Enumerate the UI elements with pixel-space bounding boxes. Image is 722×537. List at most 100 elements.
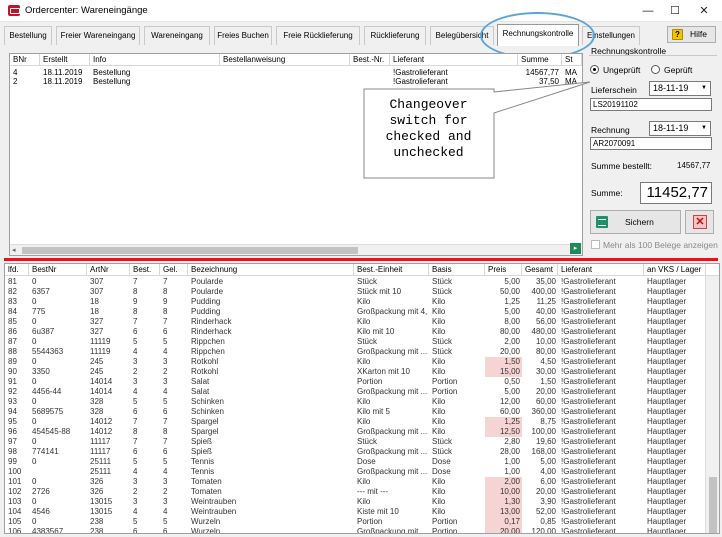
radio-checked-label[interactable]: Geprüft	[664, 65, 692, 75]
column-header[interactable]: Preis	[485, 264, 522, 276]
cell: Wurzeln	[191, 527, 221, 534]
invoice-number-field[interactable]: AR2070091	[590, 137, 712, 150]
save-button[interactable]: Sichern	[590, 210, 681, 234]
splitter-bar[interactable]	[4, 258, 718, 261]
line-item-row[interactable]: 88 5544363 11119 4 4 Rippchen Großpackung mit …	[5, 347, 705, 357]
radio-checked[interactable]	[651, 65, 660, 74]
cell: 4383567	[32, 527, 64, 534]
column-header[interactable]: St	[562, 54, 582, 66]
line-item-row[interactable]: 85 0 327 7 7 Rinderhack Kilo Kilo 8,00 56,00 !Gast…	[5, 317, 705, 327]
line-item-row[interactable]: 101 0 326 3 3 Tomaten Kilo Kilo 2,00 6,00 !Gastrol…	[5, 477, 705, 487]
next-arrow-icon[interactable]: ▸	[570, 243, 581, 254]
scroll-left-icon[interactable]: ◂	[12, 246, 16, 254]
chevron-down-icon[interactable]: ▼	[698, 122, 710, 135]
line-item-row[interactable]: 90 3350 245 2 2 Rotkohl XKarton mit 10 Kilo 15,0…	[5, 367, 705, 377]
radio-unchecked-label[interactable]: Ungeprüft	[603, 65, 640, 75]
column-header[interactable]: Lieferant	[390, 54, 518, 66]
column-header[interactable]: Best.-Einheit	[354, 264, 429, 276]
column-header[interactable]: Best.	[130, 264, 160, 276]
help-button[interactable]: ? Hilfe	[667, 26, 716, 43]
column-header[interactable]: an VKS / Lager	[644, 264, 706, 276]
scroll-thumb[interactable]	[709, 477, 717, 533]
line-items-header: lfd. BestNr ArtNr Best. Gel. Bezeichnung…	[5, 264, 719, 276]
tab-bestellung[interactable]: Bestellung	[4, 26, 52, 45]
sum-field[interactable]: 11452,77	[640, 182, 712, 204]
column-header[interactable]: Bezeichnung	[188, 264, 354, 276]
minimize-button[interactable]: —	[640, 3, 656, 19]
column-header[interactable]: Info	[90, 54, 220, 66]
cell: Spieß	[191, 447, 212, 456]
cell: 103	[8, 497, 22, 506]
cell: 7	[163, 317, 168, 326]
column-header[interactable]: Gel.	[160, 264, 188, 276]
column-header[interactable]: Summe	[518, 54, 562, 66]
cell: 18	[90, 297, 99, 306]
line-item-row[interactable]: 102 2726 326 2 2 Tomaten --- mit --- Kilo 10,00 2…	[5, 487, 705, 497]
column-header[interactable]: Best.-Nr.	[350, 54, 390, 66]
cell: 13015	[90, 507, 113, 516]
order-row[interactable]: 2 18.11.2019 Bestellung !Gastrolieferant…	[10, 77, 582, 86]
line-item-row[interactable]: 97 0 11117 7 7 Spieß Stück Stück 2,80 19,60 !Gastr…	[5, 437, 705, 447]
close-button[interactable]: ✕	[696, 3, 712, 19]
line-item-row[interactable]: 96 454545-88 14012 8 8 Spargel Großpackung mit…	[5, 427, 705, 437]
order-list-grid[interactable]: BNr Erstellt Info Bestellanweisung Best.…	[9, 53, 583, 256]
line-item-row[interactable]: 94 5689575 328 6 6 Schinken Kilo mit 5 Kilo 60,0…	[5, 407, 705, 417]
cell: 8,75	[540, 417, 556, 426]
line-item-row[interactable]: 86 6u387 327 6 6 Rinderhack Kilo mit 10 Kilo 80,…	[5, 327, 705, 337]
scroll-thumb[interactable]	[22, 247, 358, 254]
line-item-row[interactable]: 105 0 238 5 5 Wurzeln Portion Portion 0,17 0,85 !G…	[5, 517, 705, 527]
tab-freies-buchen[interactable]: Freies Buchen	[214, 26, 272, 45]
column-header[interactable]: Bestellanweisung	[220, 54, 350, 66]
column-header[interactable]: Basis	[429, 264, 485, 276]
line-items-grid[interactable]: lfd. BestNr ArtNr Best. Gel. Bezeichnung…	[4, 263, 720, 534]
line-item-row[interactable]: 83 0 18 9 9 Pudding Kilo Kilo 1,25 11,25 !Gastroli…	[5, 297, 705, 307]
order-row[interactable]: 4 18.11.2019 Bestellung !Gastrolieferant…	[10, 68, 582, 77]
cell: 245	[90, 367, 104, 376]
column-header[interactable]: lfd.	[5, 264, 29, 276]
horizontal-scrollbar[interactable]: ◂	[10, 244, 582, 255]
line-item-row[interactable]: 95 0 14012 7 7 Spargel Kilo Kilo 1,25 8,75 !Gastro…	[5, 417, 705, 427]
line-item-row[interactable]: 98 774141 11117 6 6 Spieß Großpackung mit ... S…	[5, 447, 705, 457]
cell: 4,00	[540, 467, 556, 476]
column-header[interactable]: BestNr	[29, 264, 87, 276]
line-item-row[interactable]: 91 0 14014 3 3 Salat Portion Portion 0,50 1,50 !Ga…	[5, 377, 705, 387]
tab-ruecklieferung[interactable]: Rücklieferung	[364, 26, 426, 45]
line-item-row[interactable]: 93 0 328 5 5 Schinken Kilo Kilo 12,00 60,00 !Gastr…	[5, 397, 705, 407]
cell: Stück	[432, 287, 453, 296]
more-docs-checkbox[interactable]	[591, 240, 600, 249]
column-header[interactable]: Gesamt	[522, 264, 558, 276]
cell: 50,00	[499, 287, 520, 296]
column-header[interactable]: Lieferant	[558, 264, 644, 276]
maximize-button[interactable]: ☐	[667, 3, 683, 19]
line-item-row[interactable]: 81 0 307 7 7 Poularde Stück Stück 5,00 35,00 !Gast…	[5, 277, 705, 287]
cell: 0	[32, 497, 37, 506]
column-header[interactable]: ArtNr	[87, 264, 130, 276]
cell: !Gastrolieferant	[561, 437, 616, 446]
line-item-row[interactable]: 92 4456-44 14014 4 4 Salat Großpackung mit ...…	[5, 387, 705, 397]
tab-freie-ruecklieferung[interactable]: Freie Rücklieferung	[276, 26, 360, 45]
line-item-row[interactable]: 106 4383567 238 6 6 Wurzeln Großpackung mit ..…	[5, 527, 705, 534]
line-item-row[interactable]: 104 4546 13015 4 4 Weintrauben Kiste mit 10 Kil…	[5, 507, 705, 517]
line-item-row[interactable]: 89 0 245 3 3 Rotkohl Kilo Kilo 1,50 4,50 !Gastroli…	[5, 357, 705, 367]
line-item-row[interactable]: 84 775 18 8 8 Pudding Großpackung mit 4, Kilo 5,…	[5, 307, 705, 317]
cell: 5689575	[32, 407, 64, 416]
column-header[interactable]: Erstellt	[40, 54, 90, 66]
cancel-button[interactable]: ✕	[685, 210, 714, 234]
cell: 98	[8, 447, 17, 456]
tab-freier-wareneingang[interactable]: Freier Wareneingang	[56, 26, 140, 45]
delivery-note-number-field[interactable]: LS20191102	[590, 98, 712, 111]
line-item-row[interactable]: 82 6357 307 8 8 Poularde Stück mit 10 Stück 50,0…	[5, 287, 705, 297]
line-item-row[interactable]: 100 25111 4 4 Tennis Großpackung mit ... Dose 1…	[5, 467, 705, 477]
cell: 92	[8, 387, 17, 396]
chevron-down-icon[interactable]: ▼	[698, 82, 710, 95]
column-header[interactable]: BNr	[10, 54, 40, 66]
line-item-row[interactable]: 99 0 25111 5 5 Tennis Dose Dose 1,00 5,00 !Gastrol…	[5, 457, 705, 467]
tab-wareneingang[interactable]: Wareneingang	[144, 26, 210, 45]
vertical-scrollbar[interactable]	[705, 276, 719, 533]
line-item-row[interactable]: 87 0 11119 5 5 Rippchen Stück Stück 2,00 10,00 !Ga…	[5, 337, 705, 347]
radio-unchecked[interactable]	[590, 65, 599, 74]
delivery-note-date-picker[interactable]: 18-11-19 ▼	[649, 81, 711, 96]
more-docs-label[interactable]: Mehr als 100 Belege anzeigen	[603, 240, 718, 250]
line-item-row[interactable]: 103 0 13015 3 3 Weintrauben Kilo Kilo 1,30 3,90 !G…	[5, 497, 705, 507]
invoice-date-picker[interactable]: 18-11-19 ▼	[649, 121, 711, 136]
